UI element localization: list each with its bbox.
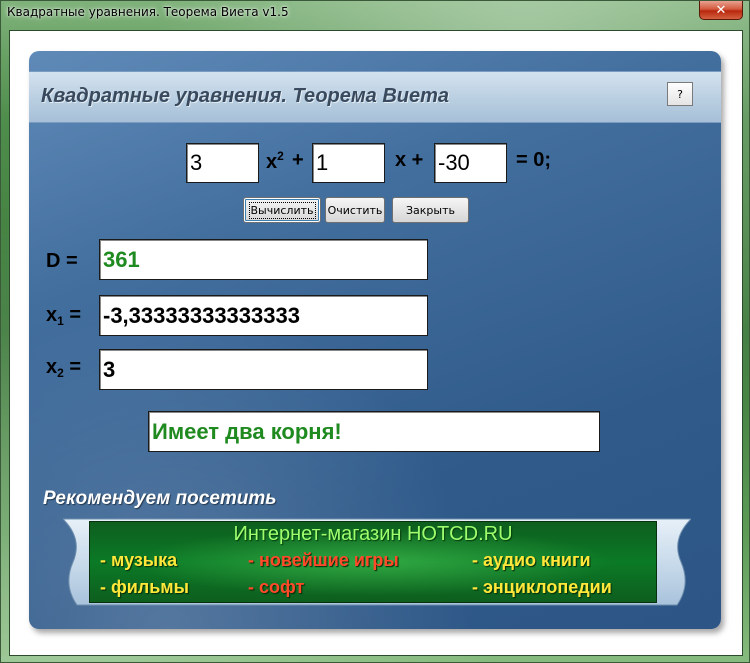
- coef-b-value: 1: [316, 150, 329, 175]
- close-button[interactable]: Закрыть: [392, 197, 469, 223]
- x1-label: x1 =: [46, 304, 82, 328]
- x-squared-exponent: 2: [277, 149, 284, 163]
- header-bar: Квадратные уравнения. Теорема Виета ?: [29, 71, 721, 123]
- coef-c-value: -30: [438, 150, 470, 175]
- help-button[interactable]: ?: [667, 82, 693, 106]
- status-message: Имеет два корня!: [152, 418, 342, 444]
- banner-title: Интернет-магазин HOTCD.RU: [233, 523, 513, 545]
- hotcd-banner[interactable]: Интернет-магазин HOTCD.RU - музыка - нов…: [89, 521, 657, 603]
- app-window: Квадратные уравнения. Теорема Виета v1.5…: [0, 0, 750, 663]
- discriminant-field[interactable]: 361: [99, 239, 428, 280]
- discriminant-value: 361: [103, 246, 140, 272]
- coef-a-value: 3: [190, 150, 203, 175]
- window-title: Квадратные уравнения. Теорема Виета v1.5: [7, 5, 289, 19]
- x2-field[interactable]: 3: [99, 349, 428, 390]
- coef-b-input[interactable]: 1: [312, 143, 385, 183]
- banner-item-games[interactable]: - новейшие игры: [248, 550, 399, 571]
- discriminant-label: D =: [46, 250, 78, 272]
- x1-field[interactable]: -3,33333333333333: [99, 295, 428, 336]
- banner-item-audiobooks[interactable]: - аудио книги: [472, 550, 591, 571]
- x-plus-label: x +: [395, 149, 424, 171]
- equals-zero-label: = 0;: [516, 149, 552, 171]
- banner-item-music[interactable]: - музыка: [100, 550, 177, 571]
- help-icon: ?: [677, 87, 683, 101]
- coef-a-input[interactable]: 3: [186, 143, 259, 183]
- title-bar[interactable]: Квадратные уравнения. Теорема Виета v1.5…: [1, 1, 749, 29]
- close-button-label: Закрыть: [406, 203, 455, 217]
- x2-value: 3: [103, 356, 116, 382]
- page-title: Квадратные уравнения. Теорема Виета: [41, 85, 450, 107]
- clear-button[interactable]: Очистить: [325, 197, 385, 223]
- clear-button-label: Очистить: [327, 203, 383, 217]
- status-field[interactable]: Имеет два корня!: [148, 411, 600, 452]
- plus-sign: +: [292, 149, 304, 171]
- banner-item-encyclopedias[interactable]: - энциклопедии: [472, 577, 612, 598]
- x-squared-label: x2: [266, 149, 284, 173]
- x1-value: -3,33333333333333: [103, 302, 300, 328]
- calculate-button-label: Вычислить: [248, 201, 316, 219]
- recommend-title: Рекомендуем посетить: [43, 488, 277, 509]
- banner-item-films[interactable]: - фильмы: [100, 577, 189, 598]
- coef-c-input[interactable]: -30: [434, 143, 507, 183]
- calculate-button[interactable]: Вычислить: [243, 197, 321, 223]
- window-close-button[interactable]: ✕: [699, 1, 743, 20]
- close-icon: ✕: [715, 2, 727, 18]
- banner-item-software[interactable]: - софт: [248, 577, 304, 598]
- x2-label: x2 =: [46, 356, 82, 380]
